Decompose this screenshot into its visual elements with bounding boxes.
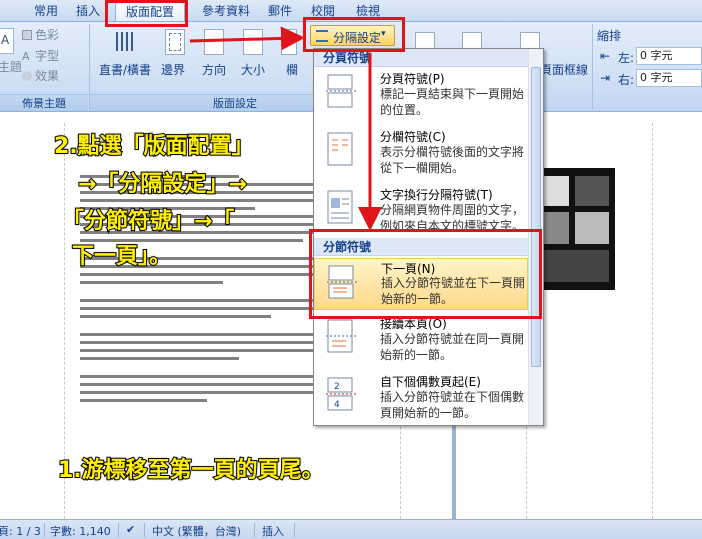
annotation-step1: 1.游標移至第一頁的頁尾。: [57, 457, 325, 484]
spellcheck-icon[interactable]: ✔: [126, 523, 135, 536]
insert-mode-indicator[interactable]: 插入: [262, 523, 284, 539]
annotation-step2-line4: 下一頁」。: [71, 243, 172, 270]
page-count[interactable]: 頁: 1 / 3: [0, 523, 41, 539]
annotation-step2-line3: 「分節符號」→「: [61, 208, 235, 235]
word-count[interactable]: 字數: 1,140: [50, 523, 111, 539]
annotation-step2-line1: 2.點選「版面配置」: [53, 133, 255, 160]
status-bar: 頁: 1 / 3 字數: 1,140 ✔ 中文 (繁體，台灣) 插入: [0, 519, 702, 539]
annotation-step2-line2: →「分隔設定」→: [77, 171, 248, 198]
language-indicator[interactable]: 中文 (繁體，台灣): [152, 523, 241, 539]
